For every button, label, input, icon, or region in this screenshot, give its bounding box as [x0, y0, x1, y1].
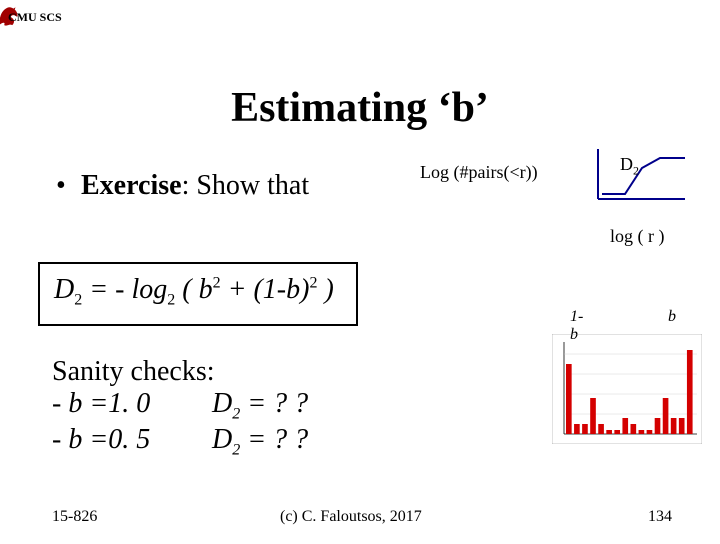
exercise-bold: Exercise — [81, 170, 182, 201]
exercise-rest: : Show that — [182, 170, 310, 201]
chart1-curve-label: D2 — [620, 154, 639, 179]
cantor-bar-chart — [552, 334, 702, 444]
sanity-r1-var: D — [212, 388, 232, 419]
bar-label-right: b — [668, 308, 676, 326]
f-log: log — [131, 274, 167, 305]
chart1-xlabel: log ( r ) — [610, 226, 664, 247]
sanity-r2-left: - b =0. 5 — [52, 424, 212, 460]
d2-sub: 2 — [633, 164, 639, 178]
sanity-row-1: - b =1. 0 D2 = ? ? — [52, 388, 308, 424]
f-close: ) — [317, 274, 333, 305]
footer-copyright: (c) C. Faloutsos, 2017 — [280, 508, 422, 526]
f-plus: + (1-b) — [221, 274, 310, 305]
f-sq1: 2 — [213, 275, 221, 292]
sanity-block: Sanity checks: - b =1. 0 D2 = ? ? - b =0… — [52, 356, 308, 459]
f-lhs: D — [54, 274, 74, 305]
chart1-ylabel: Log (#pairs(<r)) — [420, 162, 538, 183]
sanity-r1-left: - b =1. 0 — [52, 388, 212, 424]
org-label: CMU SCS — [8, 10, 62, 25]
slide-header: CMU SCS — [8, 10, 62, 25]
f-open: ( — [175, 274, 198, 305]
sanity-r2-right: D2 = ? ? — [212, 424, 308, 460]
sanity-heading: Sanity checks: — [52, 356, 308, 388]
sanity-row-2: - b =0. 5 D2 = ? ? — [52, 424, 308, 460]
slide-title: Estimating ‘b’ — [0, 84, 720, 132]
d2-var: D — [620, 154, 633, 174]
f-eq: = - — [82, 274, 131, 305]
mini-chart-d2 — [590, 144, 690, 204]
sanity-r2-rest: = ? ? — [240, 424, 308, 455]
formula-box: D2 = - log2 ( b2 + (1-b)2 ) — [38, 262, 358, 326]
sanity-r1-right: D2 = ? ? — [212, 388, 308, 424]
bullet-icon: • — [56, 170, 74, 202]
f-b: b — [199, 274, 213, 305]
footer-course: 15-826 — [52, 508, 97, 526]
footer-page-number: 134 — [648, 508, 672, 526]
sanity-r1-rest: = ? ? — [240, 388, 308, 419]
sanity-r2-var: D — [212, 424, 232, 455]
exercise-line: • Exercise: Show that — [56, 170, 309, 202]
